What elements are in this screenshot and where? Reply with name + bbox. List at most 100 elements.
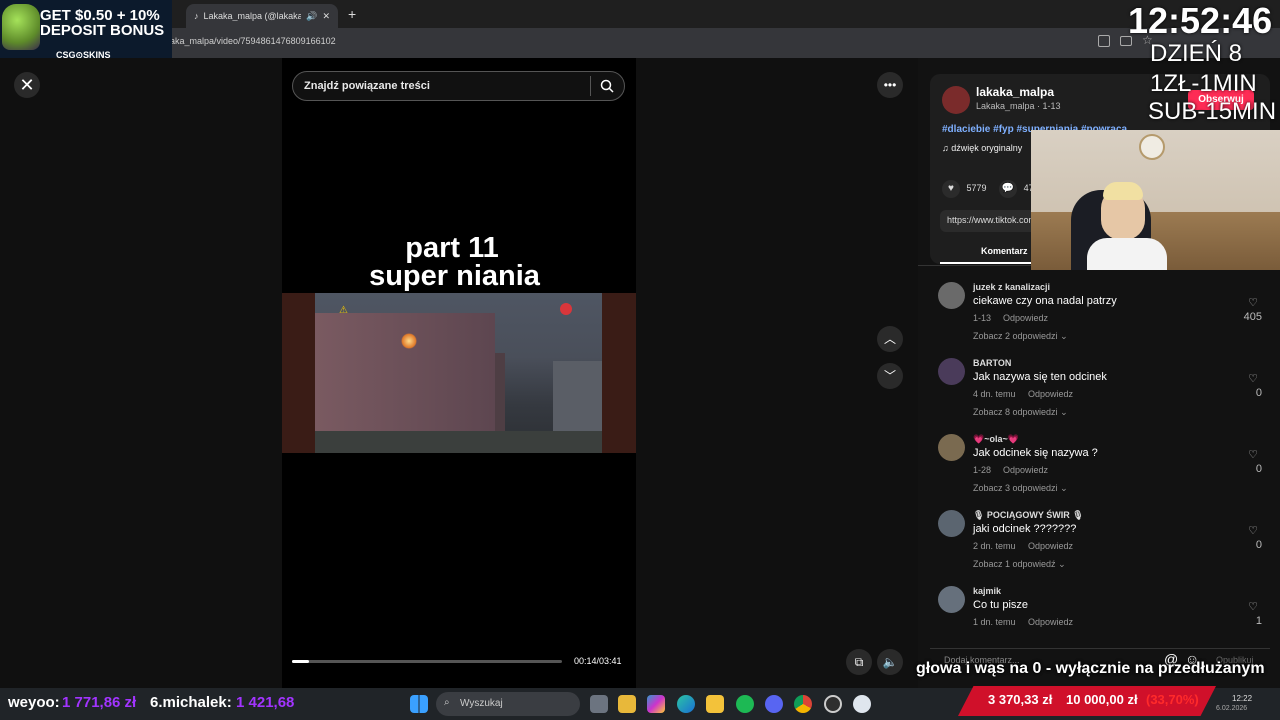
view-replies-label: Zobacz 2 odpowiedzi [973,331,1058,341]
donor-2-amount: 1 421,68 [236,694,295,711]
tiktok-icon: ♪ [194,11,199,21]
commenter-avatar[interactable] [938,282,965,309]
comment-text: Co tu pisze [973,599,1029,611]
view-replies-button[interactable]: Zobacz 1 odpowiedź ⌄ [973,559,1066,570]
file-explorer-icon[interactable] [706,695,724,713]
reply-button[interactable]: Odpowiedz [1028,617,1073,627]
webcam-feed [1031,130,1280,270]
new-tab-button[interactable]: + [348,6,356,22]
video-time: 00:14/03:41 [574,656,622,666]
comment-username[interactable]: 💗~ola~💗 [973,434,1019,445]
view-replies-button[interactable]: Zobacz 2 odpowiedzi ⌄ [973,331,1068,342]
comment-like-count: 0 [1255,387,1262,399]
view-replies-button[interactable]: Zobacz 3 odpowiedzi ⌄ [973,483,1068,494]
system-date: 6.02.2026 [1216,705,1248,712]
comment-date: 4 dn. temu [973,389,1016,399]
donor-1-amount: 1 771,86 zł [62,694,137,711]
reply-button[interactable]: Odpowiedz [1003,465,1048,475]
copilot-icon[interactable] [647,695,665,713]
goal-target: 10 000,00 zł [1066,692,1138,707]
url-field[interactable]: aka_malpa/video/7594861476809166102 [170,36,336,46]
like-heart-icon[interactable]: ♡ [1248,600,1258,613]
comment-icon[interactable]: 💬 [999,180,1018,198]
video-frame: ⚠ [315,293,602,453]
chevron-down-icon: ⌄ [1060,407,1068,417]
close-tab-icon[interactable]: ✕ [322,11,330,22]
comment-text: Jak nazywa się ten odcinek [973,371,1107,383]
commenter-avatar[interactable] [938,586,965,613]
promo-line-1: GET $0.50 + 10% [40,7,160,24]
commenter-avatar[interactable] [938,510,965,537]
comment-item: BARTON Jak nazywa się ten odcinek 4 dn. te… [938,358,1262,434]
tab-title: Lakaka_malpa (@lakaka_m [203,11,302,21]
store-icon[interactable] [618,695,636,713]
author-avatar[interactable] [942,86,970,114]
chevron-down-icon: ⌄ [1060,483,1068,493]
volume-button[interactable]: 🔈 [877,649,903,675]
search-icon: ⌕ [444,697,450,708]
more-options-button[interactable]: ••• [877,72,903,98]
next-video-button[interactable]: ﹀ [877,363,903,389]
reply-button[interactable]: Odpowiedz [1028,541,1073,551]
commenter-avatar[interactable] [938,358,965,385]
tab-comments[interactable]: Komentarz [981,246,1028,256]
obs-icon[interactable] [824,695,842,713]
search-icon[interactable] [600,79,614,98]
edge-icon[interactable] [677,695,695,713]
view-replies-label: Zobacz 3 odpowiedzi [973,483,1058,493]
task-view-icon[interactable] [590,695,608,713]
comment-username[interactable]: 🎙 POCIĄGOWY ŚWIR 🎙 [973,510,1084,521]
like-heart-icon[interactable]: ♡ [1248,448,1258,461]
browser-tab-active[interactable]: ♪ Lakaka_malpa (@lakaka_m 🔊 ✕ [186,4,338,28]
comment-username[interactable]: kajmik [973,586,1001,596]
system-time: 12:22 [1232,694,1253,703]
goal-percent: (33,70%) [1146,692,1199,707]
comment-date: 2 dn. temu [973,541,1016,551]
no-entry-icon [560,303,572,315]
chevron-down-icon: ⌄ [1060,331,1068,341]
comment-date: 1-13 [973,313,992,323]
windows-start-icon[interactable] [410,695,428,713]
view-replies-label: Zobacz 8 odpowiedzi [973,407,1058,417]
sound-link[interactable]: ♫ dźwięk oryginalny [942,143,1022,153]
translate-icon[interactable] [1098,35,1110,47]
comment-item: 💗~ola~💗 Jak odcinek się nazywa ? 1-28 Odpow… [938,434,1262,510]
spotify-icon[interactable] [736,695,754,713]
close-video-button[interactable]: ✕ [14,72,40,98]
comment-like-count: 405 [1243,311,1262,323]
comment-text: jaki odcinek ??????? [973,523,1077,535]
search-divider [590,76,591,96]
reply-button[interactable]: Odpowiedz [1003,313,1048,323]
donor-1-name: weyoo: [8,694,60,711]
author-subtitle: Lakaka_malpa · 1-13 [976,101,1061,111]
likes-count: 5779 [966,183,987,193]
volume-icon: 🔈 [882,655,898,669]
reply-button[interactable]: Odpowiedz [1028,389,1073,399]
stream-rate-1: 1ZŁ-1MIN [1150,70,1257,97]
taskbar-search[interactable]: ⌕ Wyszukaj [436,692,580,716]
like-heart-icon[interactable]: ♡ [1248,524,1258,537]
view-replies-button[interactable]: Zobacz 8 odpowiedzi ⌄ [973,407,1068,418]
tab-underline [940,262,1040,264]
comment-date: 1 dn. temu [973,617,1016,627]
audio-icon[interactable]: 🔊 [306,11,317,22]
progress-track[interactable] [292,660,562,663]
like-heart-icon[interactable]: ♡ [1248,296,1258,309]
pip-button[interactable]: ⧉ [846,649,872,675]
commenter-avatar[interactable] [938,434,965,461]
like-heart-icon[interactable]: ♡ [1248,372,1258,385]
progress-fill [292,660,309,663]
chrome-icon[interactable] [794,695,812,713]
chevron-down-icon: ⌄ [1058,559,1066,569]
comment-text: Jak odcinek się nazywa ? [973,447,1098,459]
promo-headline: GET $0.50 + 10% DEPOSIT BONUS [40,8,172,38]
heart-icon[interactable]: ♥ [942,180,960,198]
comment-username[interactable]: BARTON [973,358,1011,368]
stats-row: ♥ 5779 💬 47 [942,180,1034,198]
app-icon[interactable] [853,695,871,713]
comment-username[interactable]: juzek z kanalizacji [973,282,1050,292]
discord-icon[interactable] [765,695,783,713]
previous-video-button[interactable]: ︿ [877,326,903,352]
related-search-input[interactable]: Znajdź powiązane treści [292,71,625,101]
author-name[interactable]: lakaka_malpa [976,85,1054,99]
